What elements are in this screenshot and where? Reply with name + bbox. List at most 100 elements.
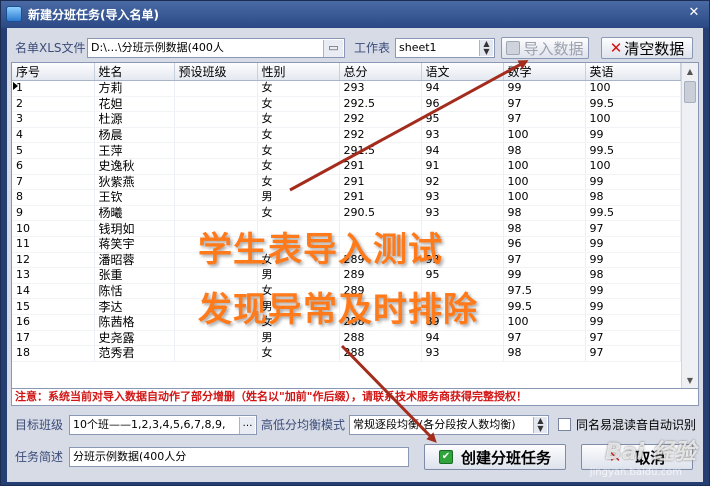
column-header[interactable]: 英语: [585, 63, 681, 81]
table-cell[interactable]: 98: [503, 345, 586, 362]
table-cell[interactable]: [174, 189, 258, 206]
table-row[interactable]: 17 史尧露男 288 94 97 97: [12, 330, 681, 347]
table-cell[interactable]: 陈茜格: [94, 314, 175, 331]
table-cell[interactable]: 陈恬: [94, 283, 175, 300]
column-header[interactable]: 语文: [421, 63, 504, 81]
table-cell[interactable]: 女: [257, 142, 340, 159]
table-cell[interactable]: 288: [339, 345, 422, 362]
column-header[interactable]: 总分: [339, 63, 422, 81]
table-cell[interactable]: [174, 158, 258, 175]
table-cell[interactable]: 97: [503, 111, 586, 128]
table-cell[interactable]: 99.5: [585, 142, 681, 159]
table-cell[interactable]: 女: [257, 345, 340, 362]
table-cell[interactable]: 2: [12, 96, 95, 113]
import-data-button[interactable]: 导入数据: [501, 37, 589, 59]
table-cell[interactable]: 99.5: [585, 205, 681, 222]
table-row[interactable]: 9 杨曦 女 290.5 93 98 99.5: [12, 205, 681, 222]
table-cell[interactable]: 王钦: [94, 189, 175, 206]
table-row[interactable]: 7 狄紫燕 女 291 92 100 99: [12, 174, 681, 191]
scroll-thumb[interactable]: [684, 81, 696, 103]
table-cell[interactable]: 蒋笑宇: [94, 236, 175, 253]
table-cell[interactable]: 99: [585, 252, 681, 269]
table-cell[interactable]: 98: [503, 142, 586, 159]
table-cell[interactable]: 292: [339, 111, 422, 128]
table-cell[interactable]: 女: [257, 174, 340, 191]
table-cell[interactable]: 15: [12, 298, 95, 315]
table-cell[interactable]: 女: [257, 111, 340, 128]
table-cell[interactable]: 女: [257, 80, 340, 97]
table-cell[interactable]: 方莉: [94, 80, 175, 97]
table-cell[interactable]: 男: [257, 330, 340, 347]
dropdown-icon[interactable]: ▲ ▼: [533, 417, 547, 433]
table-cell[interactable]: 10: [12, 220, 95, 237]
table-cell[interactable]: [174, 111, 258, 128]
spinner-icon[interactable]: ▲ ▼: [479, 40, 493, 56]
table-cell[interactable]: 97: [585, 330, 681, 347]
table-cell[interactable]: 12: [12, 252, 95, 269]
vertical-scrollbar[interactable]: ▲ ▼: [681, 63, 698, 389]
table-row[interactable]: 6 史逸秋女 291 91 100 100: [12, 158, 681, 175]
table-cell[interactable]: 女: [257, 127, 340, 144]
create-task-button[interactable]: ✔ 创建分班任务: [424, 444, 566, 470]
folder-open-icon[interactable]: ▭: [323, 40, 343, 57]
table-row[interactable]: 18 范秀君 女 288 93 98 97: [12, 345, 681, 362]
table-cell[interactable]: [174, 205, 258, 222]
sheet-select[interactable]: sheet1 ▲ ▼: [395, 38, 495, 58]
table-cell[interactable]: 99: [585, 283, 681, 300]
table-cell[interactable]: 100: [585, 158, 681, 175]
table-cell[interactable]: 97: [503, 330, 586, 347]
table-cell[interactable]: [174, 174, 258, 191]
table-cell[interactable]: 291.5: [339, 142, 422, 159]
table-cell[interactable]: 王萍: [94, 142, 175, 159]
table-cell[interactable]: 3: [12, 111, 95, 128]
table-cell[interactable]: 女: [257, 205, 340, 222]
table-cell[interactable]: 女: [257, 96, 340, 113]
scroll-up-icon[interactable]: ▲: [682, 63, 698, 80]
table-cell[interactable]: [174, 330, 258, 347]
table-cell[interactable]: 95: [421, 111, 504, 128]
table-cell[interactable]: 293: [339, 80, 422, 97]
scroll-down-icon[interactable]: ▼: [682, 372, 698, 389]
more-icon[interactable]: …: [239, 417, 255, 434]
table-cell[interactable]: 花妲: [94, 96, 175, 113]
column-header[interactable]: 序号: [12, 63, 95, 81]
table-cell[interactable]: 291: [339, 189, 422, 206]
table-cell[interactable]: 11: [12, 236, 95, 253]
table-cell[interactable]: 潘昭蓉: [94, 252, 175, 269]
table-cell[interactable]: 李达: [94, 298, 175, 315]
table-cell[interactable]: 98: [503, 205, 586, 222]
table-cell[interactable]: 96: [503, 236, 586, 253]
table-row[interactable]: 5 王萍 女 291.5 94 98 99.5: [12, 142, 681, 159]
table-cell[interactable]: 18: [12, 345, 95, 362]
table-cell[interactable]: 99.5: [585, 96, 681, 113]
table-cell[interactable]: 94: [421, 80, 504, 97]
table-cell[interactable]: 钱玥如: [94, 220, 175, 237]
column-header[interactable]: 数学: [503, 63, 586, 81]
table-row[interactable]: 3 杜源 女 292 95 97 100: [12, 111, 681, 128]
table-cell[interactable]: [174, 345, 258, 362]
table-cell[interactable]: 男: [257, 189, 340, 206]
table-cell[interactable]: 5: [12, 142, 95, 159]
close-icon[interactable]: ✕: [685, 4, 703, 22]
table-cell[interactable]: 杜源: [94, 111, 175, 128]
table-cell[interactable]: 100: [503, 127, 586, 144]
table-cell[interactable]: 100: [503, 158, 586, 175]
table-cell[interactable]: 288: [339, 330, 422, 347]
table-cell[interactable]: 7: [12, 174, 95, 191]
table-row[interactable]: 2 花妲 女 292.5 96 97 99.5: [12, 96, 681, 113]
table-cell[interactable]: 99: [503, 80, 586, 97]
table-cell[interactable]: 张重: [94, 267, 175, 284]
table-cell[interactable]: 91: [421, 158, 504, 175]
table-cell[interactable]: 14: [12, 283, 95, 300]
table-row[interactable]: 8 王钦 男 291 93 100 98: [12, 189, 681, 206]
table-cell[interactable]: 96: [421, 96, 504, 113]
table-cell[interactable]: 杨曦: [94, 205, 175, 222]
target-class-field[interactable]: 10个班——1,2,3,4,5,6,7,8,9, …: [69, 415, 257, 435]
table-cell[interactable]: 97: [503, 96, 586, 113]
column-header[interactable]: 姓名: [94, 63, 175, 81]
column-header[interactable]: 性别: [257, 63, 340, 81]
table-cell[interactable]: 17: [12, 330, 95, 347]
table-cell[interactable]: 100: [585, 80, 681, 97]
table-cell[interactable]: 290.5: [339, 205, 422, 222]
table-cell[interactable]: 13: [12, 267, 95, 284]
